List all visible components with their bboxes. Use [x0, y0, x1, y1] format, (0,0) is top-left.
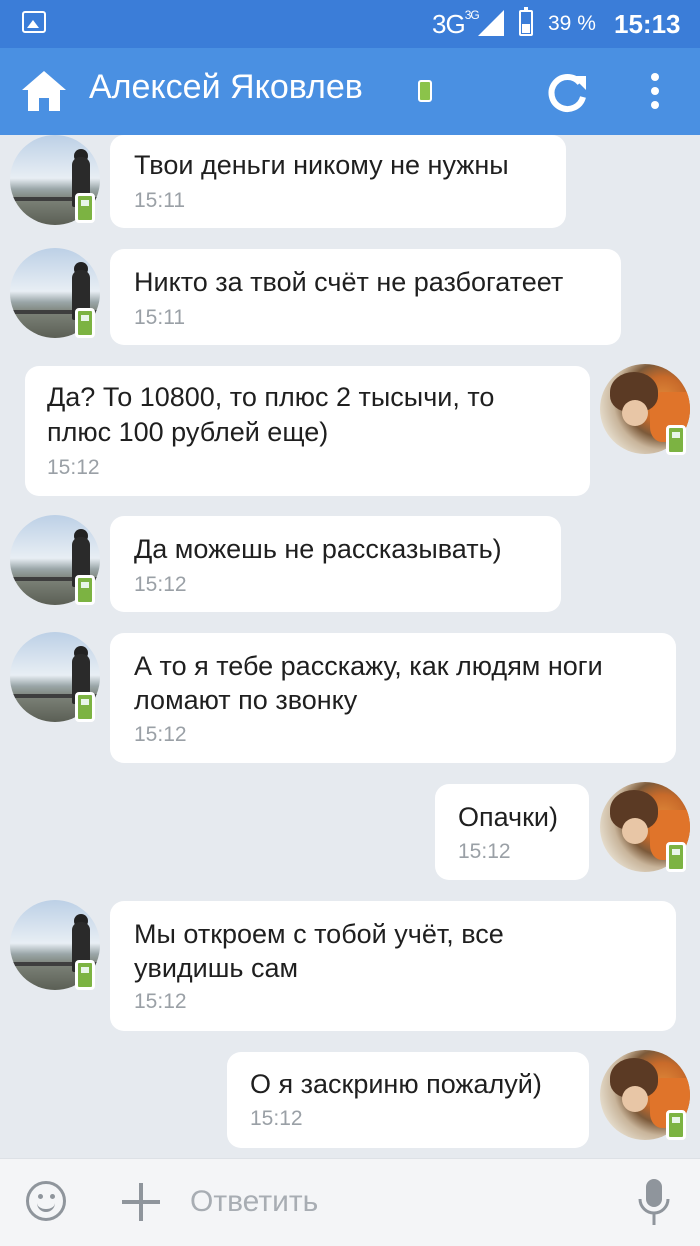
incoming-message[interactable]: Да можешь не рассказывать) 15:12 [110, 516, 561, 612]
message-text: Да можешь не рассказывать) [134, 534, 502, 564]
incoming-message[interactable]: Мы откроем с тобой учёт, все увидишь сам… [110, 901, 676, 1031]
outgoing-message[interactable]: Да? То 10800, то плюс 2 тысычи, то плюс … [25, 366, 590, 496]
message-time: 15:12 [250, 1107, 303, 1130]
message-text: Мы откроем с тобой учёт, все [134, 919, 504, 949]
refresh-icon[interactable] [544, 70, 590, 116]
clock: 15:13 [614, 9, 681, 39]
message-time: 15:11 [134, 306, 185, 329]
outgoing-message[interactable]: О я заскриню пожалуй) 15:12 [227, 1052, 589, 1148]
mobile-online-icon [666, 1110, 686, 1140]
mobile-online-icon [75, 575, 95, 605]
more-options-icon[interactable] [640, 70, 670, 116]
battery-percent: 39 % [548, 12, 596, 35]
message-time: 15:12 [458, 840, 511, 863]
status-bar: 3G3G 39 % 15:13 [0, 0, 700, 48]
reply-input[interactable] [190, 1181, 610, 1223]
outgoing-message[interactable]: Опачки) 15:12 [435, 784, 589, 880]
battery-icon [519, 7, 533, 36]
message-time: 15:11 [134, 189, 185, 212]
gallery-notification-icon [22, 11, 46, 33]
message-time: 15:12 [47, 456, 100, 479]
mobile-online-icon [75, 308, 95, 338]
mobile-online-icon [666, 425, 686, 455]
message-composer [0, 1158, 700, 1246]
mobile-online-icon [75, 692, 95, 722]
message-text: Твои деньги никому не нужны [134, 150, 509, 180]
chat-title: Алексей Яковлев [89, 68, 363, 106]
message-text: О я заскриню пожалуй) [250, 1069, 542, 1099]
message-text: плюс 100 рублей еще) [47, 417, 329, 447]
message-time: 15:12 [134, 990, 187, 1013]
smiley-icon[interactable] [26, 1181, 66, 1221]
message-text: Опачки) [458, 802, 558, 832]
mobile-online-icon [418, 80, 432, 102]
mobile-online-icon [666, 842, 686, 872]
message-time: 15:12 [134, 573, 187, 596]
network-type: 3G3G [432, 8, 480, 39]
attach-plus-icon[interactable] [122, 1183, 160, 1221]
mobile-online-icon [75, 960, 95, 990]
microphone-icon[interactable] [636, 1177, 672, 1229]
incoming-message[interactable]: Никто за твой счёт не разбогатеет 15:11 [110, 249, 621, 345]
signal-icon [478, 10, 504, 36]
message-text: Никто за твой счёт не разбогатеет [134, 267, 564, 297]
incoming-message[interactable]: А то я тебе расскажу, как людям ноги лом… [110, 633, 676, 763]
incoming-message[interactable]: Твои деньги никому не нужны 15:11 [110, 135, 566, 228]
message-text: ломают по звонку [134, 685, 358, 715]
message-time: 15:12 [134, 723, 187, 746]
app-toolbar: Алексей Яковлев [0, 48, 700, 135]
mobile-online-icon [75, 193, 95, 223]
message-text: увидишь сам [134, 953, 299, 983]
message-text: Да? То 10800, то плюс 2 тысычи, то [47, 382, 495, 412]
message-text: А то я тебе расскажу, как людям ноги [134, 651, 603, 681]
home-icon[interactable] [20, 68, 68, 114]
